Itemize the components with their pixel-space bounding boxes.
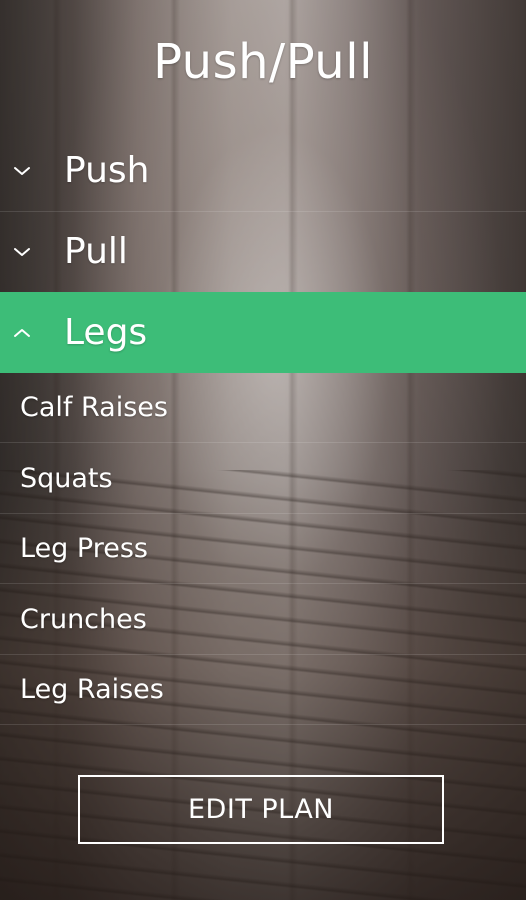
group-label: Push (64, 150, 150, 191)
exercise-item[interactable]: Crunches (0, 585, 526, 655)
group-header-pull[interactable]: Pull (0, 211, 526, 293)
group-label: Pull (64, 231, 128, 272)
group-header-push[interactable]: Push (0, 130, 526, 212)
chevron-up-icon (0, 327, 64, 339)
group-label: Legs (64, 312, 148, 353)
exercise-item[interactable]: Calf Raises (0, 373, 526, 443)
exercise-item[interactable]: Squats (0, 444, 526, 514)
edit-plan-button[interactable]: EDIT PLAN (78, 775, 444, 844)
group-header-legs[interactable]: Legs (0, 292, 526, 373)
chevron-down-icon (0, 165, 64, 177)
plan-screen: Push/Pull Push Pull Legs Calf Raises Squ… (0, 0, 526, 900)
exercise-item[interactable]: Leg Press (0, 514, 526, 584)
plan-title: Push/Pull (153, 34, 373, 90)
exercise-item[interactable]: Leg Raises (0, 655, 526, 725)
chevron-down-icon (0, 246, 64, 258)
